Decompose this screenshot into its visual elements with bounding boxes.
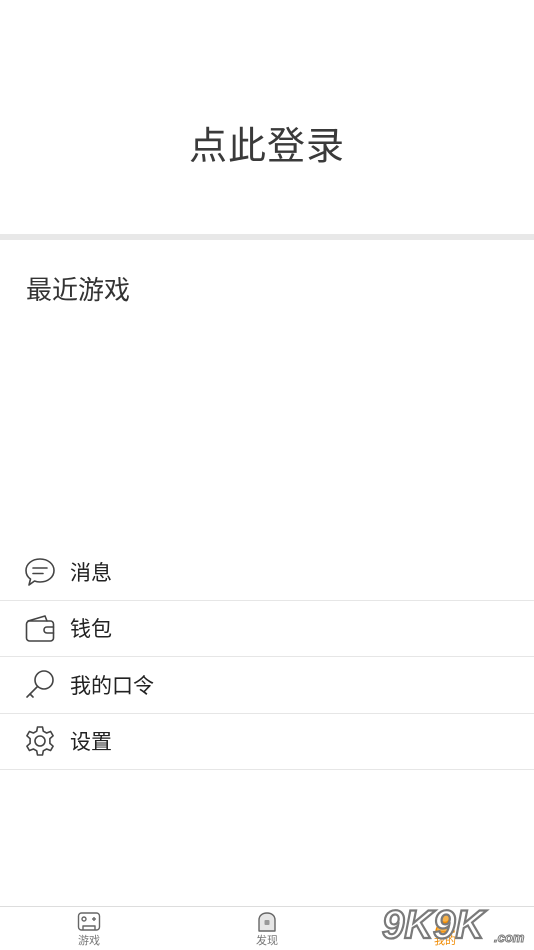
svg-text:.com: .com — [494, 930, 525, 945]
menu-item-messages[interactable]: 消息 — [0, 544, 534, 601]
recent-games-title: 最近游戏 — [26, 276, 131, 306]
login-button[interactable]: 点此登录 — [0, 0, 534, 234]
tab-discover[interactable]: 发现 — [178, 907, 356, 950]
discover-icon — [255, 911, 279, 933]
svg-text:9K9K: 9K9K — [382, 903, 487, 946]
chat-bubble-icon — [23, 555, 57, 589]
menu-list: 消息 钱包 我的口令 设置 — [0, 544, 534, 770]
key-icon — [23, 668, 57, 702]
gear-icon — [23, 724, 57, 758]
login-label: 点此登录 — [188, 123, 345, 168]
tab-label: 发现 — [256, 934, 278, 947]
menu-item-wallet[interactable]: 钱包 — [0, 601, 534, 657]
menu-item-password[interactable]: 我的口令 — [0, 657, 534, 714]
tab-games[interactable]: 游戏 — [0, 907, 178, 950]
menu-item-label: 我的口令 — [70, 673, 154, 698]
menu-item-label: 钱包 — [70, 617, 112, 642]
gamepad-icon — [77, 911, 101, 933]
section-divider — [0, 234, 534, 240]
wallet-icon — [23, 611, 57, 645]
menu-item-label: 设置 — [70, 730, 112, 755]
menu-item-settings[interactable]: 设置 — [0, 714, 534, 770]
menu-item-label: 消息 — [70, 560, 112, 585]
site-watermark-logo: 9K9K .com — [380, 898, 530, 946]
tab-label: 游戏 — [78, 934, 100, 947]
